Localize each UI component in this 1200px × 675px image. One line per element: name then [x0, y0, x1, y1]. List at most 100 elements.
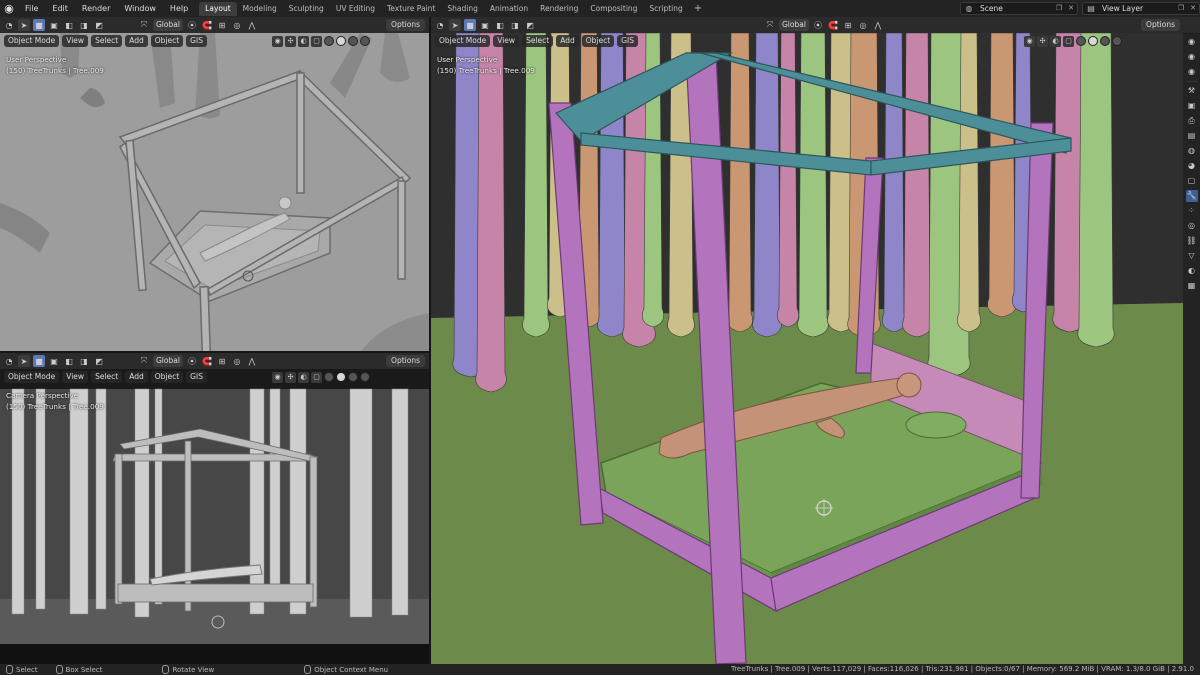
tab-layout[interactable]: Layout — [199, 1, 237, 16]
tab-uv-editing[interactable]: UV Editing — [330, 2, 381, 16]
output-properties-icon[interactable]: ⎙ — [1186, 115, 1198, 127]
constraints-properties-icon[interactable]: ⛓ — [1186, 235, 1198, 247]
object-mode-dropdown[interactable]: Object Mode — [4, 35, 60, 47]
remove-scene-icon[interactable]: ✕ — [1065, 3, 1077, 14]
tab-animation[interactable]: Animation — [484, 2, 534, 16]
select-mode-intersect-icon[interactable]: ◩ — [524, 19, 536, 31]
visibility-icon[interactable]: ◉ — [1024, 35, 1035, 47]
scene-selector[interactable]: ◍ Scene ❐ ✕ — [960, 2, 1078, 15]
visibility-icon[interactable]: ◉ — [272, 35, 283, 47]
snap-icon[interactable]: 🧲 — [201, 19, 213, 31]
bottom-left-viewport[interactable] — [0, 369, 429, 664]
menu-help[interactable]: Help — [163, 0, 195, 17]
pivot-icon[interactable]: ⦿ — [186, 19, 198, 31]
view-menu[interactable]: View — [62, 35, 89, 47]
gizmo-icon[interactable]: ✣ — [1037, 35, 1048, 47]
select-tool-icon[interactable]: ➤ — [449, 19, 461, 31]
tab-modeling[interactable]: Modeling — [237, 2, 283, 16]
tab-compositing[interactable]: Compositing — [584, 2, 643, 16]
wireframe-shading-icon[interactable] — [1076, 36, 1086, 46]
view-layer-properties-icon[interactable]: ▤ — [1186, 130, 1198, 142]
select-mode-extend-icon[interactable]: ▣ — [479, 19, 491, 31]
select-mode-intersect-icon[interactable]: ◩ — [93, 19, 105, 31]
select-mode-new-icon[interactable]: ■ — [33, 355, 45, 367]
options-dropdown[interactable]: Options — [1141, 19, 1180, 31]
scene-name-field[interactable]: Scene — [977, 3, 1053, 14]
options-dropdown[interactable]: Options — [386, 355, 425, 367]
texture-properties-icon[interactable]: ▦ — [1186, 280, 1198, 292]
main-viewport[interactable] — [431, 33, 1183, 664]
eye-icon[interactable]: ◉ — [1186, 66, 1198, 78]
menu-edit[interactable]: Edit — [45, 0, 75, 17]
gizmo-icon[interactable]: ✣ — [285, 35, 296, 47]
add-workspace-icon[interactable]: + — [689, 3, 707, 14]
wireframe-shading-icon[interactable] — [324, 36, 334, 46]
select-mode-new-icon[interactable]: ■ — [33, 19, 45, 31]
view-layer-selector[interactable]: ▤ View Layer ❐ ✕ — [1082, 2, 1200, 15]
scene-properties-icon[interactable]: ◍ — [1186, 145, 1198, 157]
editor-type-icon[interactable]: ◔ — [434, 19, 446, 31]
orientation-dropdown[interactable]: Global — [779, 19, 809, 31]
overlay-icon[interactable]: ◐ — [298, 35, 309, 47]
render-properties-icon[interactable]: ▣ — [1186, 100, 1198, 112]
object-menu[interactable]: Object — [150, 371, 184, 383]
tab-rendering[interactable]: Rendering — [534, 2, 584, 16]
xray-icon[interactable]: ▢ — [311, 371, 322, 383]
add-menu[interactable]: Add — [556, 35, 579, 47]
editor-type-icon[interactable]: ◔ — [3, 355, 15, 367]
proportional-edit-icon[interactable]: ◎ — [231, 19, 243, 31]
material-properties-icon[interactable]: ◐ — [1186, 265, 1198, 277]
select-mode-invert-icon[interactable]: ◨ — [509, 19, 521, 31]
snap-icon[interactable]: 🧲 — [201, 355, 213, 367]
visibility-icon[interactable]: ◉ — [272, 371, 283, 383]
object-mode-dropdown[interactable]: Object Mode — [435, 35, 491, 47]
gizmo-icon[interactable]: ✣ — [285, 371, 296, 383]
proportional-edit-icon[interactable]: ◎ — [231, 355, 243, 367]
remove-view-layer-icon[interactable]: ✕ — [1187, 3, 1199, 14]
solid-shading-icon[interactable] — [1088, 36, 1098, 46]
physics-properties-icon[interactable]: ◎ — [1186, 220, 1198, 232]
tab-shading[interactable]: Shading — [441, 2, 483, 16]
select-tool-icon[interactable]: ➤ — [18, 19, 30, 31]
snap-target-icon[interactable]: ⊞ — [216, 355, 228, 367]
select-menu[interactable]: Select — [91, 371, 123, 383]
orientation-dropdown[interactable]: Global — [153, 355, 183, 367]
select-mode-invert-icon[interactable]: ◨ — [78, 19, 90, 31]
object-menu[interactable]: Object — [150, 35, 184, 47]
select-mode-extend-icon[interactable]: ▣ — [48, 19, 60, 31]
tab-texture-paint[interactable]: Texture Paint — [381, 2, 441, 16]
menu-window[interactable]: Window — [117, 0, 163, 17]
material-shading-icon[interactable] — [348, 36, 358, 46]
pivot-icon[interactable]: ⦿ — [812, 19, 824, 31]
eye-icon[interactable]: ◉ — [1186, 51, 1198, 63]
select-mode-subtract-icon[interactable]: ◧ — [63, 19, 75, 31]
rendered-shading-icon[interactable] — [360, 36, 370, 46]
proportional-edit-icon[interactable]: ◎ — [857, 19, 869, 31]
select-menu[interactable]: Select — [522, 35, 554, 47]
select-mode-subtract-icon[interactable]: ◧ — [63, 355, 75, 367]
rendered-shading-icon[interactable] — [360, 372, 370, 382]
falloff-icon[interactable]: ⋀ — [246, 355, 258, 367]
view-menu[interactable]: View — [62, 371, 89, 383]
select-menu[interactable]: Select — [91, 35, 123, 47]
world-properties-icon[interactable]: ◕ — [1186, 160, 1198, 172]
copy-scene-icon[interactable]: ❐ — [1053, 3, 1065, 14]
menu-render[interactable]: Render — [75, 0, 117, 17]
area-divider-horizontal[interactable] — [0, 351, 429, 353]
overlay-icon[interactable]: ◐ — [298, 371, 309, 383]
gis-menu[interactable]: GIS — [186, 371, 207, 383]
object-properties-icon[interactable]: ▢ — [1186, 175, 1198, 187]
xray-icon[interactable]: ▢ — [1063, 35, 1074, 47]
select-mode-subtract-icon[interactable]: ◧ — [494, 19, 506, 31]
object-mode-dropdown[interactable]: Object Mode — [4, 371, 60, 383]
orientation-dropdown[interactable]: Global — [153, 19, 183, 31]
blender-logo-icon[interactable]: ◉ — [0, 0, 18, 17]
rendered-shading-icon[interactable] — [1112, 36, 1122, 46]
snap-icon[interactable]: 🧲 — [827, 19, 839, 31]
xray-icon[interactable]: ▢ — [311, 35, 322, 47]
top-left-viewport[interactable] — [0, 33, 429, 351]
select-mode-intersect-icon[interactable]: ◩ — [93, 355, 105, 367]
options-dropdown[interactable]: Options — [386, 19, 425, 31]
select-mode-new-icon[interactable]: ■ — [464, 19, 476, 31]
add-menu[interactable]: Add — [125, 371, 148, 383]
